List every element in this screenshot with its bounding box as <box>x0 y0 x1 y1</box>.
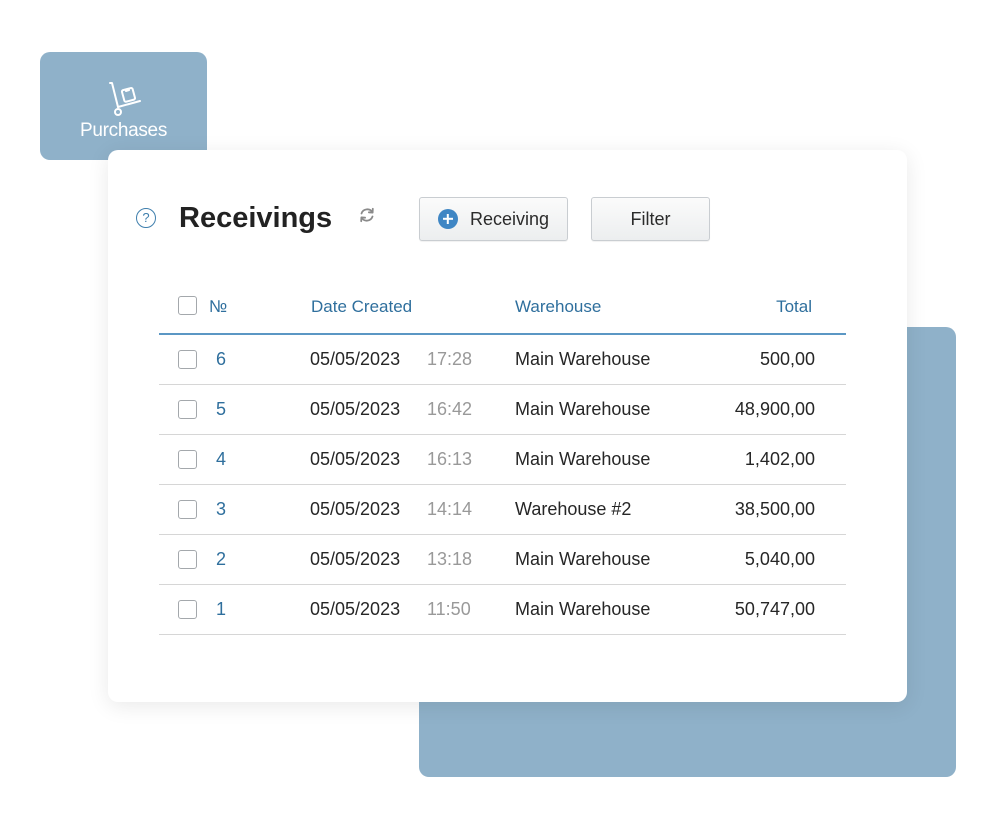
row-number-link[interactable]: 5 <box>216 399 226 420</box>
row-total: 5,040,00 <box>744 549 815 569</box>
row-time: 14:14 <box>427 499 473 519</box>
table-row[interactable]: 3 05/05/2023 14:14 Warehouse #2 38,500,0… <box>159 485 846 535</box>
row-checkbox[interactable] <box>178 450 197 469</box>
table-row[interactable]: 2 05/05/2023 13:18 Main Warehouse 5,040,… <box>159 535 846 585</box>
row-checkbox[interactable] <box>178 550 197 569</box>
row-number-link[interactable]: 6 <box>216 349 226 370</box>
purchases-tab-label: Purchases <box>79 120 168 141</box>
row-warehouse: Main Warehouse <box>515 399 651 419</box>
row-checkbox[interactable] <box>178 350 197 369</box>
hand-truck-icon <box>109 82 141 116</box>
filter-button[interactable]: Filter <box>591 197 710 241</box>
table-row[interactable]: 6 05/05/2023 17:28 Main Warehouse 500,00 <box>159 335 846 385</box>
row-total: 50,747,00 <box>734 599 815 619</box>
page-title: Receivings <box>179 202 333 234</box>
row-date: 05/05/2023 <box>310 499 401 519</box>
receivings-table: № Date Created Warehouse Total 6 05/05/2… <box>159 284 846 635</box>
row-date: 05/05/2023 <box>310 349 401 369</box>
row-total: 48,900,00 <box>734 399 815 419</box>
add-receiving-label: Receiving <box>469 208 550 229</box>
row-time: 13:18 <box>427 549 473 569</box>
row-number-link[interactable]: 4 <box>216 449 226 470</box>
column-header-total[interactable]: Total <box>692 297 812 317</box>
row-warehouse: Warehouse #2 <box>515 499 632 519</box>
select-all-checkbox[interactable] <box>178 296 197 315</box>
filter-label: Filter <box>630 208 671 229</box>
table-row[interactable]: 4 05/05/2023 16:13 Main Warehouse 1,402,… <box>159 435 846 485</box>
row-number-link[interactable]: 3 <box>216 499 226 520</box>
column-header-number[interactable]: № <box>209 297 227 317</box>
row-total: 1,402,00 <box>744 449 815 469</box>
add-receiving-button[interactable]: Receiving <box>419 197 568 241</box>
table-row[interactable]: 1 05/05/2023 11:50 Main Warehouse 50,747… <box>159 585 846 635</box>
row-warehouse: Main Warehouse <box>515 599 651 619</box>
refresh-icon[interactable] <box>358 206 376 224</box>
row-checkbox[interactable] <box>178 500 197 519</box>
help-icon[interactable]: ? <box>136 208 156 228</box>
row-checkbox[interactable] <box>178 400 197 419</box>
row-date: 05/05/2023 <box>310 399 401 419</box>
row-checkbox[interactable] <box>178 600 197 619</box>
row-time: 17:28 <box>427 349 473 369</box>
row-warehouse: Main Warehouse <box>515 549 651 569</box>
table-header: № Date Created Warehouse Total <box>159 284 846 335</box>
row-number-link[interactable]: 1 <box>216 599 226 620</box>
column-header-date-created[interactable]: Date Created <box>311 297 412 317</box>
table-row[interactable]: 5 05/05/2023 16:42 Main Warehouse 48,900… <box>159 385 846 435</box>
row-date: 05/05/2023 <box>310 549 401 569</box>
row-date: 05/05/2023 <box>310 599 401 619</box>
row-time: 11:50 <box>427 599 471 619</box>
row-total: 500,00 <box>759 349 815 369</box>
row-total: 38,500,00 <box>734 499 815 519</box>
column-header-warehouse[interactable]: Warehouse <box>515 297 601 317</box>
plus-circle-icon <box>437 209 458 229</box>
row-warehouse: Main Warehouse <box>515 349 651 369</box>
row-number-link[interactable]: 2 <box>216 549 226 570</box>
row-warehouse: Main Warehouse <box>515 449 651 469</box>
row-date: 05/05/2023 <box>310 449 401 469</box>
row-time: 16:42 <box>427 399 473 419</box>
row-time: 16:13 <box>427 449 473 469</box>
